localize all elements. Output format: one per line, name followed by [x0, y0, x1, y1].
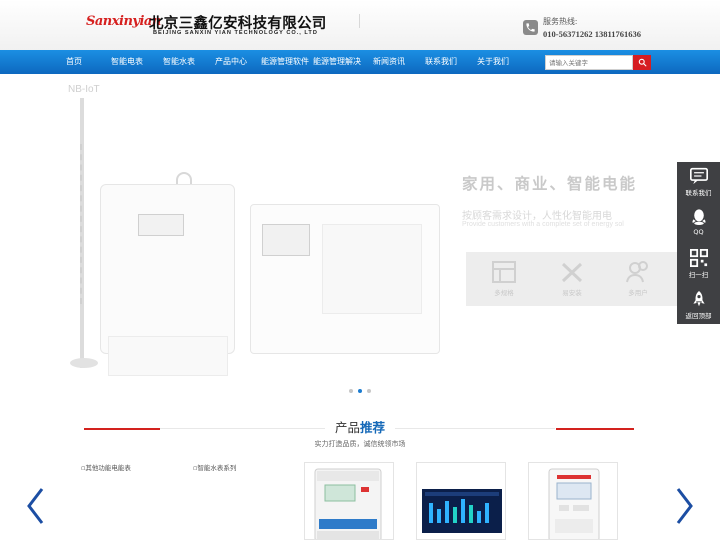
qq-icon	[691, 209, 706, 225]
product-image-water-meter[interactable]: ▫智能水表系列	[193, 462, 236, 472]
users-icon	[626, 261, 648, 283]
floating-sidebar: 联系我们 QQ 扫一扫 返回顶部	[677, 162, 720, 324]
antenna-base	[70, 358, 98, 368]
feature-install: 易安装	[542, 256, 602, 302]
sidebar-label: 扫一扫	[688, 271, 709, 279]
meter-screen	[262, 224, 310, 256]
nav-item-contact[interactable]: 联系我们	[420, 50, 462, 74]
nbiot-label: NB-IoT	[68, 84, 100, 95]
sidebar-qq[interactable]: QQ	[677, 203, 720, 243]
banner-subtitle-en: Provide customers with a complete set of…	[462, 221, 624, 228]
feature-label: 多用户	[628, 289, 648, 297]
product-alt-text: 其他功能电能表	[85, 464, 131, 472]
header-divider	[359, 14, 360, 28]
hotline-label: 服务热线:	[543, 17, 578, 26]
grid-icon	[492, 261, 516, 283]
slider-dot-1[interactable]	[349, 389, 353, 393]
sidebar-qrcode[interactable]: 扫一扫	[677, 244, 720, 284]
logo-subtitle: BEIJING SANXIN YIAN TECHNOLOGY CO., LTD	[153, 30, 318, 36]
carousel-next-button[interactable]	[675, 486, 695, 526]
search-button[interactable]	[633, 55, 651, 70]
sidebar-label: 联系我们	[685, 189, 712, 197]
meter-terminal	[108, 336, 228, 376]
chat-icon	[689, 167, 708, 185]
tools-icon	[561, 262, 583, 283]
qrcode-icon	[689, 249, 708, 267]
product-alt-text: 智能水表系列	[197, 464, 237, 472]
din-meter-image	[314, 468, 382, 539]
phone-icon	[523, 20, 538, 35]
meter-panel	[322, 224, 422, 314]
software-screenshot-image	[422, 489, 502, 533]
feature-label: 易安装	[562, 289, 582, 297]
product-image-other-meter[interactable]: ▫其他功能电能表	[81, 462, 131, 472]
section-title-highlight: 推荐	[360, 420, 386, 435]
section-title-prefix: 产品	[334, 420, 360, 435]
sidebar-label: QQ	[693, 228, 704, 236]
search-icon	[638, 58, 647, 67]
slider-dot-3[interactable]	[367, 389, 371, 393]
slider-dots	[349, 389, 379, 395]
sidebar-contact[interactable]: 联系我们	[677, 162, 720, 202]
nav-item-energy-solution[interactable]: 能源管理解决方	[310, 50, 364, 90]
nav-item-water-meter[interactable]: 智能水表	[158, 50, 200, 74]
feature-label: 多规格	[494, 289, 514, 297]
section-subtitle: 实力打造品质，诚信统领市场	[314, 440, 406, 448]
sidebar-label: 返回顶部	[685, 312, 712, 320]
feature-spec: 多规格	[474, 256, 534, 302]
meter-screen	[138, 214, 184, 236]
nav-item-smart-meter[interactable]: 智能电表	[106, 50, 148, 74]
hotline-numbers: 010-56371262 13811761636	[543, 29, 641, 39]
prepaid-meter-image	[548, 468, 600, 539]
chevron-right-icon	[676, 488, 693, 524]
carousel-prev-button[interactable]	[25, 486, 45, 526]
chevron-left-icon	[27, 488, 44, 524]
antenna-coil	[80, 144, 88, 304]
slider-dot-2[interactable]	[358, 389, 362, 393]
nav-item-news[interactable]: 新闻资讯	[368, 50, 410, 74]
banner-subtitle: 按顾客需求设计，人性化智能用电	[462, 211, 612, 222]
sidebar-back-to-top[interactable]: 返回顶部	[677, 285, 720, 325]
search-input[interactable]	[545, 55, 633, 70]
product-card-software[interactable]	[416, 462, 506, 540]
product-card-din-meter[interactable]	[304, 462, 394, 540]
nav-item-energy-software[interactable]: 能源管理软件	[260, 50, 310, 74]
nav-item-products[interactable]: 产品中心	[210, 50, 252, 74]
product-card-prepaid-meter[interactable]	[528, 462, 618, 540]
section-title: 产品推荐	[0, 417, 720, 436]
header: Sanxinyian 北京三鑫亿安科技有限公司 BEIJING SANXIN Y…	[0, 0, 720, 50]
feature-users: 多用户	[608, 256, 668, 302]
nav-item-home[interactable]: 首页	[58, 50, 90, 74]
nav-item-about[interactable]: 关于我们	[472, 50, 514, 74]
rocket-icon	[692, 291, 705, 307]
meter-image-single-phase	[100, 184, 235, 354]
banner-title: 家用、商业、智能电能	[462, 175, 638, 193]
hero-banner[interactable]: NB-IoT 家用、商业、智能电能 按顾客需求设计，人性化智能用电 Provid…	[0, 74, 720, 400]
